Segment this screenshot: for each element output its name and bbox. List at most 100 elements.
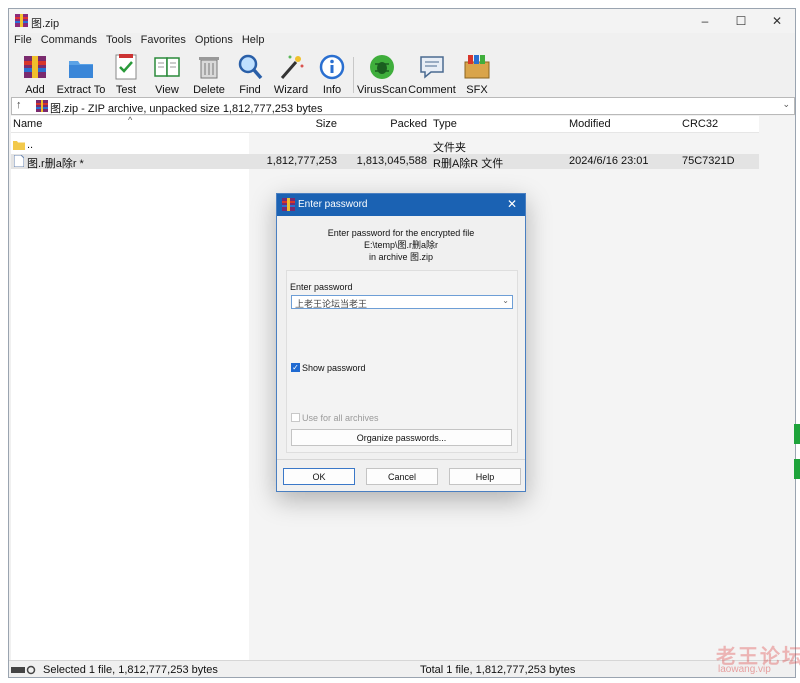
info-line: Enter password for the encrypted file	[327, 228, 475, 238]
dialog-divider	[277, 459, 525, 460]
close-button[interactable]: ✕	[759, 9, 795, 33]
window-title: 图.zip	[31, 18, 60, 30]
info-archive: in archive 图.zip	[368, 252, 434, 262]
cancel-button[interactable]: Cancel	[366, 468, 438, 485]
name-column-area	[11, 116, 249, 660]
menu-help[interactable]: Help	[237, 33, 269, 49]
menu-options[interactable]: Options	[190, 33, 237, 49]
view-book-icon	[154, 57, 180, 77]
comment-icon	[420, 56, 444, 79]
file-type: R删A除R 文件	[433, 158, 504, 170]
maximize-button[interactable]: ☐	[723, 9, 759, 33]
delete-label: Delete	[193, 84, 225, 96]
file-crc32: 75C7321D	[682, 155, 735, 167]
zip-archive-icon	[36, 100, 48, 112]
comment-button[interactable]: Comment	[408, 49, 456, 99]
menu-commands[interactable]: Commands	[36, 33, 101, 49]
minimize-button[interactable]: –	[687, 9, 723, 33]
password-input[interactable]: 上老王论坛当老王 ⌄	[291, 295, 513, 309]
background-green-marker	[794, 424, 800, 444]
file-modified: 2024/6/16 23:01	[569, 155, 649, 167]
dialog-title: Enter password	[298, 199, 368, 210]
toolbar-separator	[353, 57, 354, 93]
status-total: Total 1 file, 1,812,777,253 bytes	[420, 664, 576, 676]
delete-button[interactable]: Delete	[191, 49, 227, 99]
file-icon	[14, 155, 24, 167]
menu-bar: File Commands Tools Favorites Options He…	[9, 33, 795, 49]
organize-passwords-button[interactable]: Organize passwords...	[291, 429, 512, 446]
delete-bin-icon	[199, 57, 219, 79]
virusscan-button[interactable]: VirusScan	[357, 49, 407, 99]
show-password-label: Show password	[302, 363, 366, 373]
info-file-path: E:\temp\图.r删a除r	[363, 240, 438, 250]
column-modified[interactable]: Modified	[569, 118, 611, 130]
table-row[interactable]: 图.r删a除r * 1,812,777,253 1,813,045,588 R删…	[11, 154, 759, 170]
find-button[interactable]: Find	[233, 49, 267, 99]
find-magnifier-icon	[238, 54, 263, 80]
use-for-all-archives-checkbox[interactable]	[291, 413, 300, 422]
column-size[interactable]: Size	[277, 118, 337, 130]
dialog-close-button[interactable]: ✕	[507, 197, 517, 211]
info-button[interactable]: Info	[315, 49, 349, 99]
add-button[interactable]: Add	[17, 49, 53, 99]
watermark: 老王论坛 laowang.vip	[716, 640, 800, 680]
column-packed[interactable]: Packed	[367, 118, 427, 130]
file-name: ..	[27, 139, 34, 151]
dialog-title-bar: Enter password ✕	[277, 194, 525, 216]
info-label: Info	[322, 84, 342, 96]
info-icon	[319, 54, 345, 80]
address-bar[interactable]: ↑ 图.zip - ZIP archive, unpacked size 1,8…	[11, 97, 795, 115]
test-clipboard-icon	[115, 54, 137, 80]
extract-to-label: Extract To	[56, 84, 106, 96]
title-bar: 图.zip – ☐ ✕	[9, 9, 795, 33]
sfx-box-icon	[464, 55, 490, 79]
use-for-all-archives-label: Use for all archives	[302, 413, 379, 423]
show-password-checkbox[interactable]: ✓	[291, 363, 300, 372]
add-label: Add	[25, 84, 45, 96]
column-crc32[interactable]: CRC32	[682, 118, 718, 130]
watermark-url: laowang.vip	[718, 664, 771, 675]
password-dialog: Enter password ✕ Enter password for the …	[276, 193, 526, 492]
up-arrow-icon[interactable]: ↑	[16, 99, 22, 111]
status-selected: Selected 1 file, 1,812,777,253 bytes	[43, 664, 218, 676]
status-bar: Selected 1 file, 1,812,777,253 bytes Tot…	[9, 660, 795, 677]
table-row[interactable]: .. 文件夹	[11, 138, 759, 154]
sfx-label: SFX	[466, 84, 488, 96]
wizard-wand-icon	[280, 55, 304, 79]
test-button[interactable]: Test	[109, 49, 143, 99]
find-label: Find	[239, 84, 261, 96]
file-size: 1,812,777,253	[266, 155, 337, 167]
password-label: Enter password	[290, 282, 353, 292]
virusscan-bug-icon	[370, 55, 394, 79]
file-type: 文件夹	[433, 142, 466, 154]
sort-arrow-icon: ^	[128, 115, 133, 125]
menu-file[interactable]: File	[9, 33, 36, 49]
chevron-down-icon[interactable]: ⌄	[502, 296, 509, 305]
help-button[interactable]: Help	[449, 468, 521, 485]
chevron-down-icon[interactable]: ⌄	[782, 99, 790, 110]
view-label: View	[155, 84, 179, 96]
password-value: 上老王论坛当老王	[295, 299, 368, 309]
view-button[interactable]: View	[149, 49, 185, 99]
file-packed: 1,813,045,588	[356, 155, 427, 167]
background-green-marker	[794, 459, 800, 479]
winrar-app-icon	[282, 198, 295, 211]
extract-to-button[interactable]: Extract To	[55, 49, 107, 99]
column-name[interactable]: Name	[13, 118, 42, 130]
test-label: Test	[115, 84, 137, 96]
wizard-label: Wizard	[273, 84, 309, 96]
archive-path: 图.zip - ZIP archive, unpacked size 1,812…	[50, 103, 323, 115]
virusscan-label: VirusScan	[357, 84, 407, 96]
column-type[interactable]: Type	[433, 118, 457, 130]
dialog-info: Enter password for the encrypted file E:…	[277, 227, 525, 263]
ok-button[interactable]: OK	[283, 468, 355, 485]
folder-icon	[13, 141, 25, 150]
menu-favorites[interactable]: Favorites	[136, 33, 190, 49]
comment-label: Comment	[408, 84, 456, 96]
add-archive-icon	[24, 56, 46, 78]
menu-tools[interactable]: Tools	[101, 33, 136, 49]
toolbar: Add Extract To Test View Delete Find Wiz…	[9, 49, 795, 99]
sfx-button[interactable]: SFX	[459, 49, 495, 99]
background-window-edge	[796, 0, 800, 683]
wizard-button[interactable]: Wizard	[271, 49, 311, 99]
